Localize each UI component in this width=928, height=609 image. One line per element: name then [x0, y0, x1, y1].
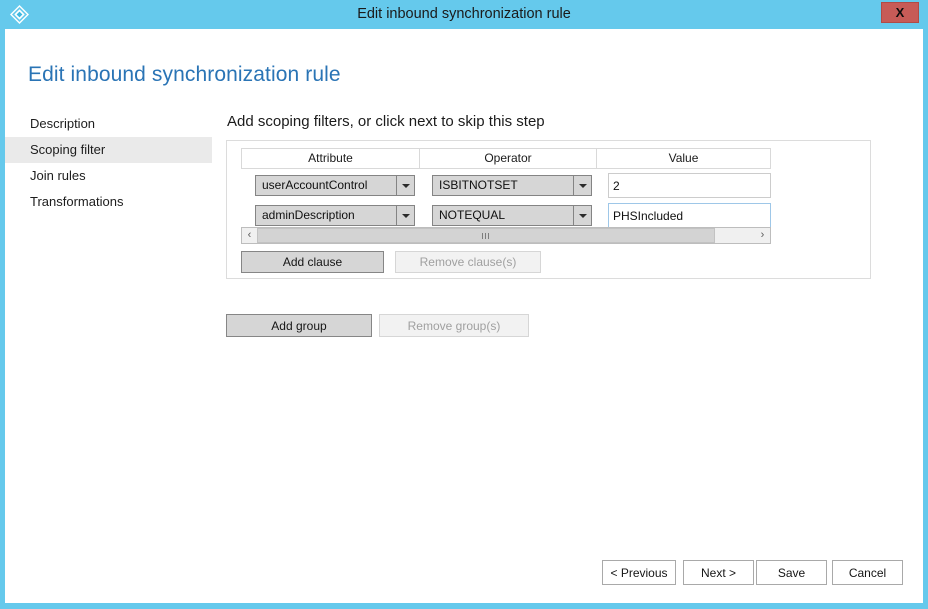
table-header-row: Attribute Operator Value — [241, 148, 771, 169]
step-instruction: Add scoping filters, or click next to sk… — [227, 113, 545, 130]
page-title: Edit inbound synchronization rule — [28, 63, 341, 86]
attribute-dropdown-value: adminDescription — [262, 208, 355, 222]
table-row: userAccountControl ISBITNOTSET — [241, 169, 771, 199]
previous-button[interactable]: < Previous — [602, 560, 676, 585]
attribute-dropdown-value: userAccountControl — [262, 178, 368, 192]
sidebar-item-join-rules[interactable]: Join rules — [5, 163, 220, 189]
remove-clause-button[interactable]: Remove clause(s) — [395, 251, 541, 273]
table-row: adminDescription NOTEQUAL — [241, 199, 771, 229]
operator-dropdown[interactable]: ISBITNOTSET — [432, 175, 592, 196]
sidebar-item-label: Scoping filter — [30, 142, 106, 157]
sidebar-item-label: Transformations — [30, 194, 124, 209]
window-title: Edit inbound synchronization rule — [357, 6, 571, 22]
title-bar: Edit inbound synchronization rule X — [0, 0, 928, 29]
cancel-button[interactable]: Cancel — [832, 560, 903, 585]
remove-group-button[interactable]: Remove group(s) — [379, 314, 529, 337]
clause-table: Attribute Operator Value userAccountCont… — [241, 148, 771, 229]
scrollbar-track[interactable] — [257, 228, 755, 243]
dialog-window: Edit inbound synchronization rule X Edit… — [0, 0, 928, 609]
save-button[interactable]: Save — [756, 560, 827, 585]
close-button[interactable]: X — [881, 2, 919, 23]
value-input[interactable] — [608, 173, 771, 198]
sidebar-item-label: Description — [30, 116, 96, 131]
column-header-value: Value — [596, 148, 771, 169]
chevron-down-icon[interactable] — [396, 176, 414, 195]
sidebar-item-description[interactable]: Description — [5, 111, 220, 137]
dialog-client-area: Edit inbound synchronization rule Descri… — [5, 29, 923, 603]
column-header-attribute: Attribute — [241, 148, 419, 169]
operator-dropdown-value: ISBITNOTSET — [439, 178, 518, 192]
scroll-left-arrow-icon[interactable]: ‹ — [242, 228, 257, 243]
wizard-step-nav: Description Scoping filter Join rules Tr… — [5, 111, 220, 215]
column-header-operator: Operator — [419, 148, 596, 169]
scroll-right-arrow-icon[interactable]: › — [755, 228, 770, 243]
next-button[interactable]: Next > — [683, 560, 754, 585]
dialog-footer: < Previous Next > Save Cancel — [5, 560, 923, 600]
chevron-down-icon[interactable] — [573, 176, 591, 195]
add-clause-button[interactable]: Add clause — [241, 251, 384, 273]
scrollbar-thumb[interactable] — [257, 228, 716, 243]
operator-dropdown-value: NOTEQUAL — [439, 208, 506, 222]
attribute-dropdown[interactable]: userAccountControl — [255, 175, 415, 196]
add-group-button[interactable]: Add group — [226, 314, 372, 337]
operator-dropdown[interactable]: NOTEQUAL — [432, 205, 592, 226]
value-input[interactable] — [608, 203, 771, 228]
sidebar-item-scoping-filter[interactable]: Scoping filter — [5, 137, 212, 163]
sidebar-item-transformations[interactable]: Transformations — [5, 189, 220, 215]
sidebar-item-label: Join rules — [30, 168, 86, 183]
chevron-down-icon[interactable] — [573, 206, 591, 225]
scoping-filter-group-panel: Attribute Operator Value userAccountCont… — [226, 140, 871, 279]
attribute-dropdown[interactable]: adminDescription — [255, 205, 415, 226]
chevron-down-icon[interactable] — [396, 206, 414, 225]
horizontal-scrollbar[interactable]: ‹ › — [241, 227, 771, 244]
